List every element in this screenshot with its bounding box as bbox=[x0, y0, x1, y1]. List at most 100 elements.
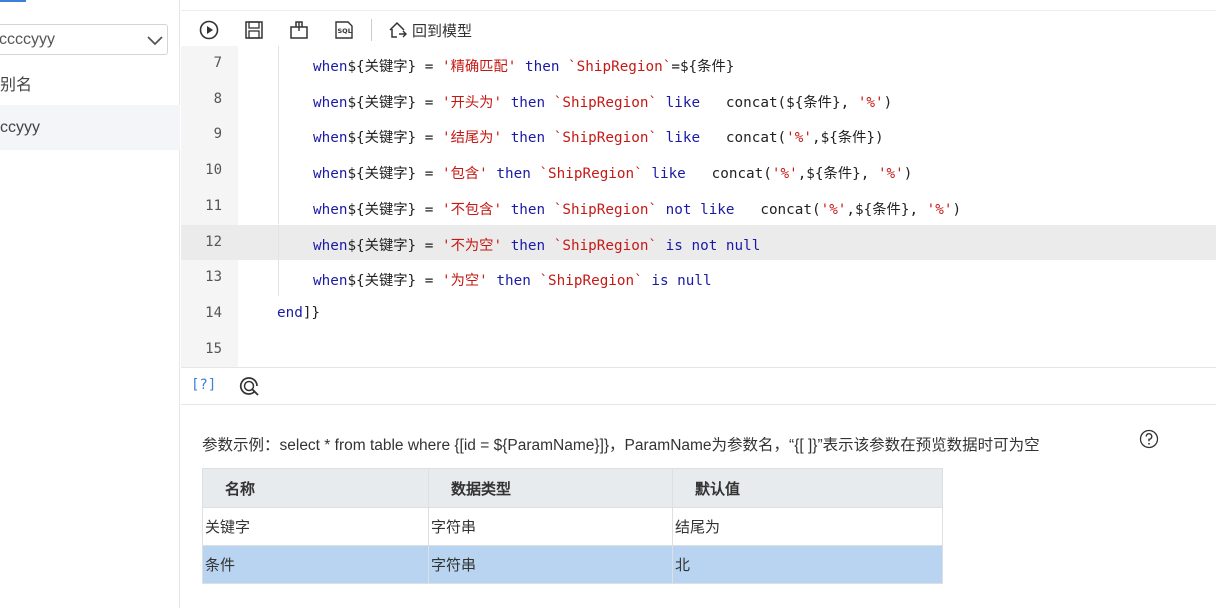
code-text: when${关键字} = '不为空' then `ShipRegion` is … bbox=[313, 234, 760, 255]
code-token: `ShipRegion` bbox=[559, 59, 672, 75]
code-token: ${关键字} = bbox=[347, 201, 442, 218]
code-token: when bbox=[313, 166, 348, 183]
param-type-cell[interactable]: 字符串 bbox=[428, 507, 673, 546]
format-button[interactable] bbox=[288, 19, 310, 41]
code-text: when${关键字} = '不包含' then `ShipRegion` not… bbox=[313, 198, 961, 219]
code-line[interactable]: 9 when${关键字} = '结尾为' then `ShipRegion` li… bbox=[181, 117, 1216, 154]
code-token: ${关键字} = bbox=[347, 59, 442, 75]
code-line[interactable]: 15 bbox=[181, 332, 1216, 368]
indent-guide bbox=[278, 260, 279, 296]
code-token: ${关键字} = bbox=[347, 273, 442, 290]
code-token: '不包含' bbox=[441, 201, 503, 218]
code-token: ) bbox=[903, 166, 913, 183]
param-name-cell[interactable]: 关键字 bbox=[202, 507, 429, 546]
editor-bottom-bar: [?] bbox=[181, 367, 1216, 405]
line-number: 9 bbox=[213, 126, 222, 143]
code-token: '为空' bbox=[441, 273, 488, 290]
line-number: 7 bbox=[213, 55, 222, 71]
code-token: ${关键字} = bbox=[347, 166, 442, 183]
code-token: '不为空' bbox=[441, 237, 503, 254]
code-token: like bbox=[657, 130, 701, 147]
search-icon[interactable] bbox=[238, 375, 260, 397]
line-number: 15 bbox=[205, 340, 222, 357]
line-number: 13 bbox=[205, 269, 222, 286]
box-icon bbox=[290, 21, 308, 39]
code-token: `ShipRegion` bbox=[530, 166, 643, 183]
code-token: then bbox=[502, 201, 546, 218]
code-token: is null bbox=[642, 273, 712, 290]
indent-guide bbox=[278, 81, 279, 118]
code-token: when bbox=[313, 237, 348, 254]
code-text: when${关键字} = '精确匹配' then `ShipRegion`=${… bbox=[313, 55, 734, 76]
code-line[interactable]: 10 when${关键字} = '包含' then `ShipRegion` li… bbox=[181, 153, 1216, 189]
back-to-model-label: 回到模型 bbox=[412, 22, 473, 40]
code-line[interactable]: 11 when${关键字} = '不包含' then `ShipRegion` n… bbox=[181, 188, 1216, 225]
param-default-cell[interactable]: 北 bbox=[672, 545, 943, 584]
code-token: like bbox=[642, 166, 686, 183]
code-text: when${关键字} = '结尾为' then `ShipRegion` lik… bbox=[313, 126, 884, 147]
code-line[interactable]: 8 when${关键字} = '开头为' then `ShipRegion` li… bbox=[181, 81, 1216, 118]
code-text: when${关键字} = '开头为' then `ShipRegion` lik… bbox=[313, 91, 892, 112]
model-select-value: ccccyyy bbox=[0, 31, 55, 48]
table-row[interactable]: 关键字 字符串 结尾为 bbox=[202, 507, 943, 546]
chevron-down-icon bbox=[147, 36, 163, 46]
code-token: ${关键字} = bbox=[347, 130, 442, 147]
code-line[interactable]: 7 when${关键字} = '精确匹配' then `ShipRegion`=$… bbox=[181, 46, 1216, 82]
indent-guide bbox=[278, 224, 279, 261]
param-name-cell[interactable]: 条件 bbox=[202, 545, 429, 584]
code-token: '%' bbox=[877, 166, 904, 183]
code-token: when bbox=[313, 94, 348, 111]
code-token: '%' bbox=[771, 166, 798, 183]
col-name-header: 名称 bbox=[202, 468, 429, 508]
line-number: 8 bbox=[213, 90, 222, 107]
left-panel: ccccyyy 别名 ccyyy bbox=[0, 0, 180, 608]
sql-button[interactable]: SQL bbox=[333, 19, 355, 41]
params-table: 名称 数据类型 默认值 关键字 字符串 结尾为 条件 字符串 北 bbox=[202, 468, 943, 584]
code-token: concat(${条件}, bbox=[700, 94, 858, 111]
params-hint: 参数示例：select * from table where {[id = ${… bbox=[202, 437, 1040, 454]
line-number: 10 bbox=[205, 162, 222, 179]
param-default-cell[interactable]: 结尾为 bbox=[672, 507, 943, 546]
col-type-header: 数据类型 bbox=[428, 468, 673, 508]
alias-label: 别名 bbox=[0, 77, 33, 94]
run-button[interactable] bbox=[198, 19, 220, 41]
code-line[interactable]: 13 when${关键字} = '为空' then `ShipRegion` is… bbox=[181, 260, 1216, 296]
code-token: concat( bbox=[685, 166, 772, 183]
code-token: ) bbox=[883, 94, 893, 111]
editor-toolbar: SQL 回到模型 bbox=[181, 10, 1216, 48]
svg-text:SQL: SQL bbox=[338, 27, 352, 35]
code-token: then bbox=[516, 59, 560, 75]
param-type-cell[interactable]: 字符串 bbox=[428, 545, 673, 584]
code-line[interactable]: 14 end]} bbox=[181, 296, 1216, 332]
code-text: end]} bbox=[277, 305, 320, 321]
question-circle-icon[interactable] bbox=[1139, 429, 1159, 449]
code-token: ) bbox=[952, 201, 962, 218]
sql-icon: SQL bbox=[335, 21, 353, 39]
indent-guide bbox=[278, 46, 279, 82]
sql-editor[interactable]: 7 when${关键字} = '精确匹配' then `ShipRegion`=$… bbox=[181, 46, 1216, 367]
code-token: `ShipRegion` bbox=[545, 130, 658, 147]
back-to-model-button[interactable]: 回到模型 bbox=[388, 19, 472, 41]
table-row[interactable]: 条件 字符串 北 bbox=[202, 545, 943, 584]
help-link[interactable]: [?] bbox=[191, 377, 216, 393]
code-token: then bbox=[502, 130, 546, 147]
selected-item[interactable]: ccyyy bbox=[0, 105, 180, 150]
code-token: '%' bbox=[786, 130, 812, 147]
code-token: then bbox=[487, 273, 531, 290]
play-icon bbox=[199, 20, 219, 40]
code-line[interactable]: 12 when${关键字} = '不为空' then `ShipRegion` i… bbox=[181, 224, 1216, 261]
model-select[interactable]: ccccyyy bbox=[0, 24, 168, 55]
code-token: is not null bbox=[657, 237, 761, 254]
save-button[interactable] bbox=[243, 19, 265, 41]
code-token: concat( bbox=[734, 201, 821, 218]
toolbar-divider bbox=[371, 19, 372, 41]
code-text: when${关键字} = '为空' then `ShipRegion` is n… bbox=[313, 269, 712, 290]
code-token: `ShipRegion` bbox=[545, 94, 658, 111]
col-default-header: 默认值 bbox=[672, 468, 943, 508]
line-number: 12 bbox=[205, 233, 222, 250]
code-token: '精确匹配' bbox=[441, 59, 517, 75]
code-token: when bbox=[313, 130, 348, 147]
code-token: `ShipRegion` bbox=[530, 273, 643, 290]
line-number: 14 bbox=[205, 304, 222, 321]
code-token: ,${条件}, bbox=[846, 201, 927, 218]
